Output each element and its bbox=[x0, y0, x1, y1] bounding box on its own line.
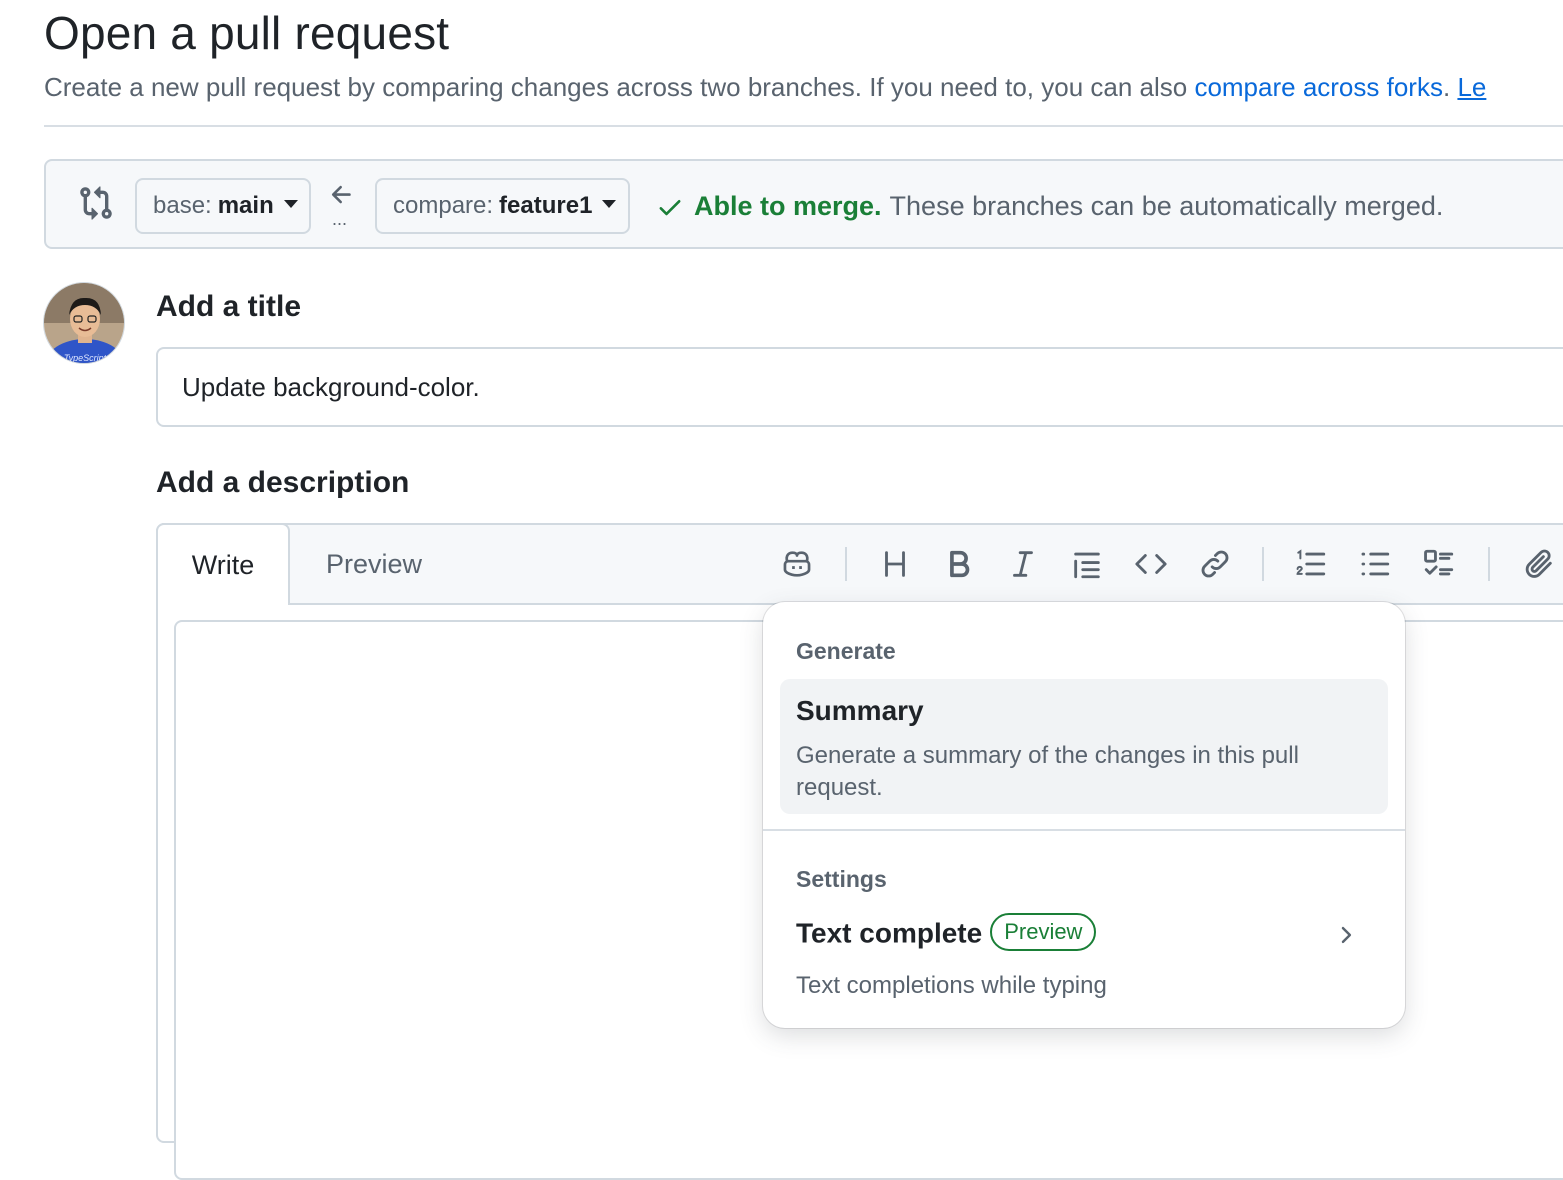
avatar[interactable]: TypeScript bbox=[43, 282, 125, 364]
text-complete-title: Text complete Preview bbox=[796, 913, 1097, 954]
compare-forks-link[interactable]: compare across forks bbox=[1194, 72, 1443, 102]
summary-description: Generate a summary of the changes in thi… bbox=[796, 742, 1299, 801]
caret-down-icon bbox=[602, 200, 617, 208]
menu-divider bbox=[763, 829, 1405, 831]
merge-status: Able to merge. These branches can be aut… bbox=[656, 191, 1443, 222]
quote-icon[interactable] bbox=[1068, 545, 1106, 583]
check-icon bbox=[656, 193, 684, 221]
page-subtitle: Create a new pull request by comparing c… bbox=[44, 72, 1486, 103]
menu-group-settings: Settings bbox=[796, 866, 887, 892]
toolbar-separator bbox=[1488, 547, 1490, 581]
compare-value: feature1 bbox=[499, 192, 593, 219]
text-complete-description: Text completions while typing bbox=[796, 972, 1107, 999]
base-branch-select[interactable]: base: main bbox=[135, 178, 311, 234]
subtitle-period: . bbox=[1442, 72, 1451, 102]
chevron-right-icon bbox=[1332, 922, 1358, 953]
arrow-dots: ... bbox=[332, 209, 348, 229]
title-label: Add a title bbox=[156, 290, 302, 323]
toolbar-separator bbox=[1262, 547, 1264, 581]
avatar-shirt-text: TypeScript bbox=[64, 353, 107, 363]
tab-write[interactable]: Write bbox=[156, 523, 290, 605]
page-title: Open a pull request bbox=[44, 7, 450, 59]
base-label: base: bbox=[153, 192, 212, 219]
summary-title: Summary bbox=[796, 695, 924, 726]
attach-icon[interactable] bbox=[1520, 545, 1558, 583]
link-icon[interactable] bbox=[1196, 545, 1234, 583]
bold-icon[interactable] bbox=[940, 545, 978, 583]
compare-label: compare: bbox=[393, 192, 494, 219]
description-label: Add a description bbox=[156, 466, 410, 499]
title-input[interactable] bbox=[156, 347, 1563, 427]
header-divider bbox=[44, 125, 1563, 127]
menu-item-summary[interactable]: Summary Generate a summary of the change… bbox=[780, 679, 1388, 814]
learn-more-link[interactable]: Le bbox=[1457, 72, 1486, 102]
unordered-list-icon[interactable] bbox=[1356, 545, 1394, 583]
compare-branch-select[interactable]: compare: feature1 bbox=[375, 178, 630, 234]
branch-compare-bar: base: main ... compare: feature1 Able to… bbox=[44, 159, 1563, 249]
italic-icon[interactable] bbox=[1004, 545, 1042, 583]
base-value: main bbox=[217, 192, 274, 219]
tab-preview[interactable]: Preview bbox=[326, 525, 422, 603]
copilot-menu: Generate Summary Generate a summary of t… bbox=[763, 602, 1405, 1028]
numbered-list-icon[interactable] bbox=[1292, 545, 1330, 583]
copilot-icon[interactable] bbox=[778, 545, 816, 583]
merge-detail-text: These branches can be automatically merg… bbox=[889, 191, 1444, 221]
subtitle-text: Create a new pull request by comparing c… bbox=[44, 72, 1195, 102]
git-compare-icon bbox=[78, 185, 114, 226]
heading-icon[interactable] bbox=[876, 545, 914, 583]
menu-item-text-complete[interactable]: Text complete Preview Text completions wh… bbox=[780, 902, 1388, 1012]
toolbar-separator bbox=[845, 547, 847, 581]
merge-ok-text: Able to merge. bbox=[694, 191, 882, 221]
preview-badge: Preview bbox=[990, 913, 1097, 951]
caret-down-icon bbox=[283, 200, 298, 208]
code-icon[interactable] bbox=[1132, 545, 1170, 583]
text-complete-label: Text complete bbox=[796, 917, 983, 949]
editor-header: Write Preview bbox=[156, 523, 1563, 605]
task-list-icon[interactable] bbox=[1420, 545, 1458, 583]
menu-group-generate: Generate bbox=[796, 638, 896, 664]
